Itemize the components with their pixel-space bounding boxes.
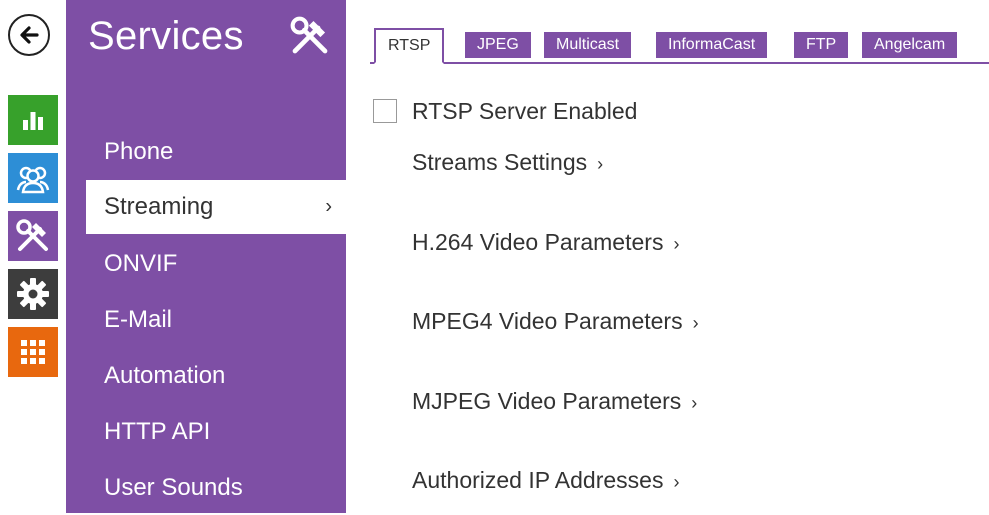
tools-icon (16, 219, 48, 251)
menu-item-label: HTTP API (104, 418, 211, 445)
menu-item-email[interactable]: E-Mail (86, 293, 346, 347)
chevron-right-icon: › (691, 393, 698, 413)
menu-item-label: User Sounds (104, 474, 243, 501)
section-label: MJPEG Video Parameters (412, 388, 682, 414)
tab-label: Angelcam (874, 36, 946, 53)
tab-label: JPEG (477, 36, 519, 53)
mpeg4-video-parameters-link[interactable]: MPEG4 Video Parameters › (412, 308, 699, 335)
menu-item-label: E-Mail (104, 306, 173, 333)
menu-item-phone[interactable]: Phone (86, 125, 346, 179)
section-label: MPEG4 Video Parameters (412, 308, 683, 334)
mjpeg-video-parameters-link[interactable]: MJPEG Video Parameters › (412, 388, 697, 415)
h264-video-parameters-link[interactable]: H.264 Video Parameters › (412, 229, 679, 256)
rtsp-server-enabled-checkbox[interactable] (373, 99, 397, 123)
gear-icon (17, 278, 49, 310)
back-button[interactable] (8, 14, 50, 56)
services-panel: Services Phone Streaming › ONVIF E-Mail … (66, 0, 346, 513)
chevron-right-icon: › (673, 234, 680, 254)
tab-label: FTP (806, 36, 837, 53)
bar-chart-icon (23, 112, 43, 130)
section-label: Streams Settings (412, 149, 588, 175)
tab-label: Multicast (556, 36, 620, 53)
menu-item-streaming[interactable]: Streaming › (86, 180, 346, 234)
rail-tile-services[interactable] (8, 211, 58, 261)
tab-jpeg[interactable]: JPEG (465, 32, 531, 58)
menu-item-label: Streaming (104, 193, 214, 220)
tab-label: InformaCast (668, 36, 756, 53)
chevron-right-icon: › (673, 472, 680, 492)
tab-informacast[interactable]: InformaCast (656, 32, 768, 58)
chevron-right-icon: › (325, 195, 332, 218)
menu-item-automation[interactable]: Automation (86, 349, 346, 403)
grid-icon (21, 340, 45, 364)
rail-tile-system[interactable] (8, 327, 58, 377)
tools-icon (290, 16, 328, 54)
tab-bar: RTSP JPEG Multicast InformaCast FTP Ange… (370, 28, 989, 64)
tab-angelcam[interactable]: Angelcam (862, 32, 958, 58)
menu-item-http-api[interactable]: HTTP API (86, 405, 346, 459)
tab-rtsp[interactable]: RTSP (374, 28, 445, 64)
back-arrow-icon (20, 26, 39, 44)
menu-item-label: Automation (104, 362, 226, 389)
rail-tile-status[interactable] (8, 95, 58, 145)
rail-tile-directory[interactable] (8, 153, 58, 203)
rail-tile-hardware[interactable] (8, 269, 58, 319)
menu-item-onvif[interactable]: ONVIF (86, 237, 346, 291)
section-label: Authorized IP Addresses (412, 467, 664, 493)
menu-item-label: Phone (104, 138, 174, 165)
tab-multicast[interactable]: Multicast (544, 32, 632, 58)
menu-item-user-sounds[interactable]: User Sounds (86, 461, 346, 515)
section-label: H.264 Video Parameters (412, 229, 664, 255)
authorized-ip-addresses-link[interactable]: Authorized IP Addresses › (412, 467, 679, 494)
streams-settings-link[interactable]: Streams Settings › (412, 149, 603, 176)
tab-label: RTSP (388, 37, 431, 54)
panel-tools-icon-wrap (288, 14, 332, 63)
users-icon (16, 166, 50, 194)
tab-ftp[interactable]: FTP (794, 32, 849, 58)
menu-item-label: ONVIF (104, 250, 178, 277)
rtsp-server-enabled-label[interactable]: RTSP Server Enabled (412, 98, 637, 125)
chevron-right-icon: › (597, 154, 604, 174)
icon-rail (0, 0, 62, 513)
panel-title: Services (88, 14, 244, 58)
chevron-right-icon: › (692, 313, 699, 333)
